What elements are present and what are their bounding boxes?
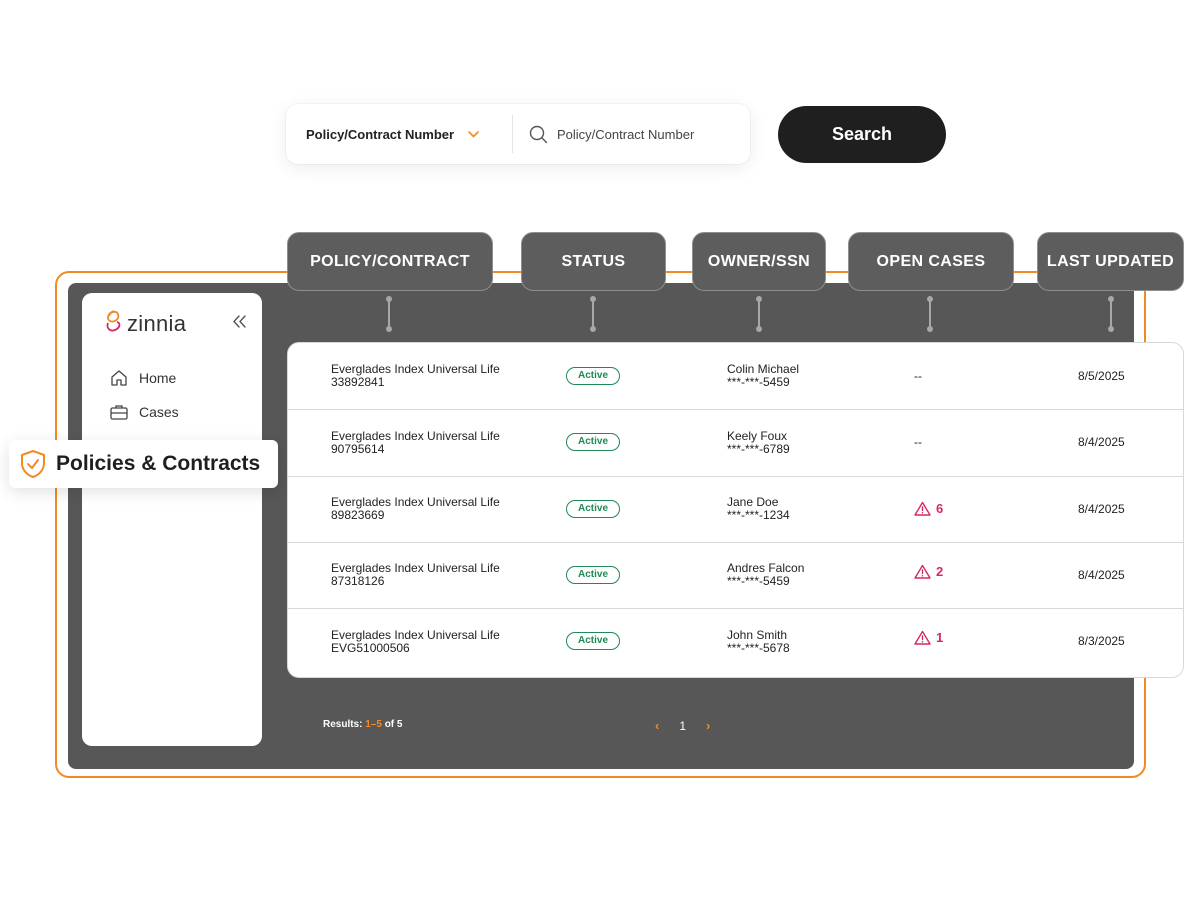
results-prefix: Results:	[323, 719, 366, 730]
warning-icon	[914, 564, 931, 579]
collapse-icon[interactable]	[232, 315, 247, 328]
policies-table: Everglades Index Universal Life 33892841…	[287, 342, 1184, 678]
owner-cell: Keely Foux ***-***-6789	[727, 430, 790, 456]
owner-ssn: ***-***-5459	[727, 375, 790, 389]
open-cases-value: --	[914, 369, 922, 383]
home-icon	[110, 369, 130, 387]
policy-number: 87318126	[331, 574, 385, 588]
chevron-down-icon	[468, 130, 479, 138]
owner-cell: Andres Falcon ***-***-5459	[727, 562, 804, 588]
status-cell: Active	[566, 367, 621, 385]
status-cell: Active	[566, 433, 621, 451]
last-updated-cell: 8/4/2025	[1078, 568, 1125, 582]
sidebar-item-home[interactable]: Home	[110, 369, 176, 387]
search-input[interactable]	[557, 126, 747, 142]
logo: zinnia	[104, 309, 186, 338]
policy-cell: Everglades Index Universal Life 33892841	[331, 363, 500, 389]
policy-number: EVG51000506	[331, 641, 410, 655]
briefcase-icon	[110, 404, 130, 420]
status-badge: Active	[566, 566, 621, 584]
policy-cell: Everglades Index Universal Life EVG51000…	[331, 629, 500, 655]
owner-ssn: ***-***-6789	[727, 442, 790, 456]
last-updated-cell: 8/3/2025	[1078, 634, 1125, 648]
column-connector	[1108, 296, 1114, 332]
column-connector	[756, 296, 762, 332]
open-cases-cell: --	[914, 436, 922, 449]
policy-cell: Everglades Index Universal Life 87318126	[331, 562, 500, 588]
open-cases-value: 1	[936, 630, 944, 645]
owner-cell: Colin Michael ***-***-5459	[727, 363, 799, 389]
zinnia-logo-icon	[104, 309, 124, 338]
chevron-right-icon[interactable]: ›	[706, 718, 710, 733]
search-icon	[529, 125, 548, 144]
status-badge: Active	[566, 367, 621, 385]
chevron-left-icon[interactable]: ‹	[655, 718, 659, 733]
sidebar: zinnia Home Cases	[82, 293, 262, 746]
table-row[interactable]: Everglades Index Universal Life EVG51000…	[288, 608, 1183, 675]
open-cases-value: 2	[936, 564, 944, 579]
column-connector	[386, 296, 392, 332]
owner-ssn: ***-***-1234	[727, 508, 790, 522]
logo-text: zinnia	[127, 310, 187, 336]
policy-number: 90795614	[331, 442, 385, 456]
column-header-last-updated[interactable]: LAST UPDATED	[1037, 232, 1184, 291]
page-number[interactable]: 1	[679, 719, 686, 733]
open-cases-cell[interactable]: 1	[914, 630, 943, 645]
policy-cell: Everglades Index Universal Life 90795614	[331, 430, 500, 456]
open-cases-cell: --	[914, 370, 922, 383]
shield-check-icon	[20, 449, 46, 479]
sidebar-item-label: Home	[139, 370, 177, 386]
policy-number: 33892841	[331, 375, 385, 389]
sidebar-item-cases[interactable]: Cases	[110, 404, 179, 420]
results-count: Results: 1–5 of 5	[323, 719, 402, 730]
owner-ssn: ***-***-5678	[727, 641, 790, 655]
policy-number: 89823669	[331, 508, 385, 522]
column-header-open-cases[interactable]: OPEN CASES	[848, 232, 1014, 291]
owner-cell: Jane Doe ***-***-1234	[727, 496, 790, 522]
sidebar-item-label: Policies & Contracts	[56, 452, 261, 475]
last-updated-cell: 8/4/2025	[1078, 502, 1125, 516]
column-header-status[interactable]: STATUS	[521, 232, 666, 291]
status-badge: Active	[566, 500, 621, 518]
status-cell: Active	[566, 500, 621, 518]
open-cases-alert: 2	[914, 564, 943, 579]
last-updated-cell: 8/5/2025	[1078, 369, 1125, 383]
search-button[interactable]: Search	[778, 106, 946, 163]
open-cases-alert: 6	[914, 501, 943, 516]
status-badge: Active	[566, 632, 621, 650]
table-row[interactable]: Everglades Index Universal Life 90795614…	[288, 410, 1183, 477]
sidebar-item-policies-contracts[interactable]: Policies & Contracts	[9, 440, 278, 488]
open-cases-cell[interactable]: 6	[914, 501, 943, 516]
status-cell: Active	[566, 632, 621, 650]
status-badge: Active	[566, 433, 621, 451]
last-updated-cell: 8/4/2025	[1078, 435, 1125, 449]
open-cases-cell[interactable]: 2	[914, 564, 943, 579]
search-type-dropdown[interactable]: Policy/Contract Number	[286, 104, 512, 164]
sidebar-item-label: Cases	[139, 404, 179, 420]
status-cell: Active	[566, 566, 621, 584]
search-input-wrap	[513, 104, 750, 164]
pagination: ‹ 1 ›	[655, 718, 710, 733]
policy-cell: Everglades Index Universal Life 89823669	[331, 496, 500, 522]
search-bar: Policy/Contract Number	[286, 104, 750, 164]
owner-cell: John Smith ***-***-5678	[727, 629, 790, 655]
results-suffix: of 5	[381, 719, 403, 730]
owner-ssn: ***-***-5459	[727, 574, 790, 588]
column-header-policy[interactable]: POLICY/CONTRACT	[287, 232, 493, 291]
column-header-owner[interactable]: OWNER/SSN	[692, 232, 826, 291]
column-connector	[927, 296, 933, 332]
table-row[interactable]: Everglades Index Universal Life 87318126…	[288, 542, 1183, 609]
open-cases-value: --	[914, 435, 922, 449]
open-cases-value: 6	[936, 501, 944, 516]
open-cases-alert: 1	[914, 630, 943, 645]
table-row[interactable]: Everglades Index Universal Life 89823669…	[288, 476, 1183, 543]
results-range: 1–5	[365, 719, 382, 730]
table-row[interactable]: Everglades Index Universal Life 33892841…	[288, 343, 1183, 410]
column-connector	[590, 296, 596, 332]
search-type-label: Policy/Contract Number	[306, 126, 455, 142]
warning-icon	[914, 501, 931, 516]
warning-icon	[914, 630, 931, 645]
